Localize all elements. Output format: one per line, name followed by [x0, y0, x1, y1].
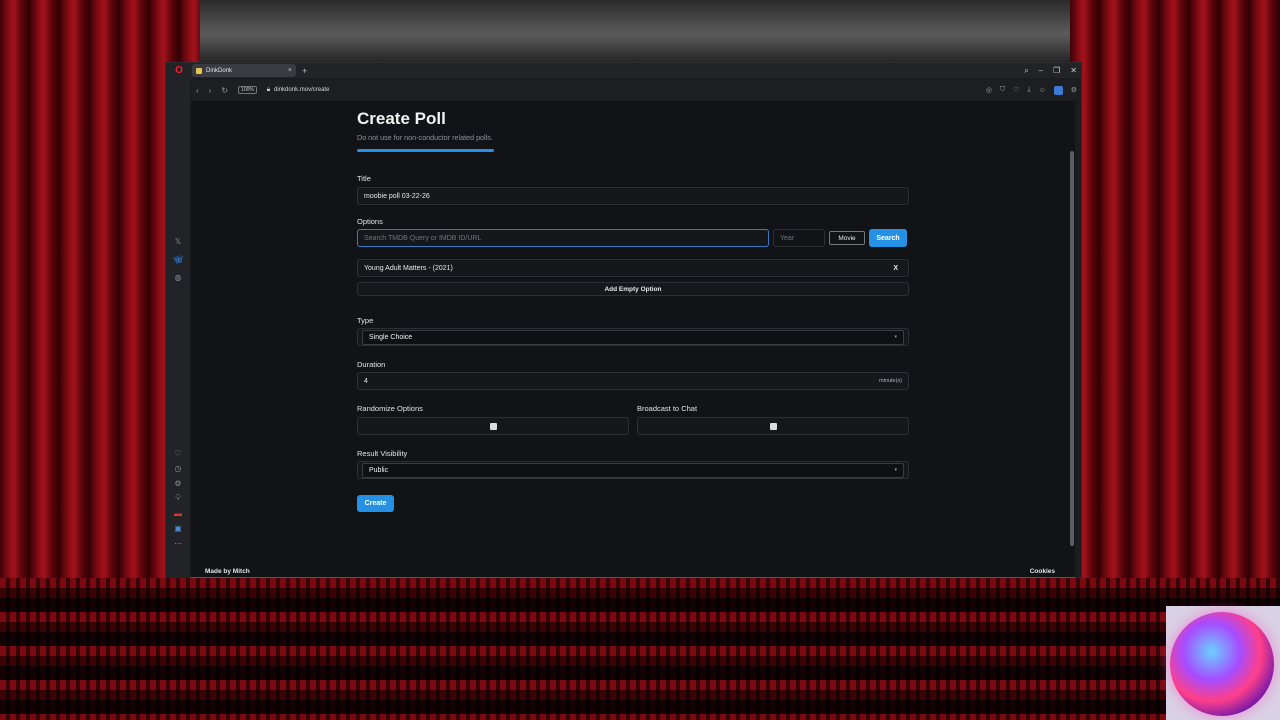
title-label: Title: [357, 174, 371, 183]
url-text: dinkdonk.mov/create: [274, 87, 330, 93]
tmdb-search-input[interactable]: Search TMDB Query or IMDB ID/URL: [357, 229, 769, 247]
red-extension-icon[interactable]: ▬: [173, 508, 183, 518]
broadcast-label: Broadcast to Chat: [637, 404, 698, 413]
tab-search-icon[interactable]: ⌕: [1024, 66, 1028, 76]
broadcast-group: Broadcast to Chat: [637, 404, 909, 435]
history-icon[interactable]: ◷: [173, 463, 183, 473]
randomize-checkbox[interactable]: [489, 422, 497, 430]
discord-icon[interactable]: ◍: [173, 272, 183, 282]
chevron-down-icon: ▾: [894, 467, 897, 473]
remove-option-button[interactable]: X: [893, 265, 898, 272]
reload-icon[interactable]: ↻: [221, 86, 228, 95]
toggles-row: Randomize Options Broadcast to Chat: [357, 404, 909, 435]
toolbar-icons: ◎ ⛉ ♡ ⤓ ☺ ⚙: [986, 85, 1077, 95]
randomize-group: Randomize Options: [357, 404, 629, 435]
browser-sidebar: 𝕏 🦋︎ ◍ ♡ ◷ ⚙ 💡︎ ▬ ▣ ⋯: [166, 78, 190, 578]
blue-extension-icon[interactable]: ▣: [173, 523, 183, 533]
theater-seats: [0, 578, 1280, 720]
page-footer: Made by Mitch Cookies: [191, 564, 1075, 578]
scrollbar-thumb[interactable]: [1070, 151, 1074, 546]
zoom-indicator[interactable]: 100%: [238, 86, 257, 94]
visibility-select[interactable]: Public ▾: [362, 462, 904, 478]
search-button[interactable]: Search: [869, 229, 907, 247]
browser-window: O DinkDonk × + ⌕ – ❐ ✕ ‹ › ↻ 100% 🔒︎ din…: [165, 62, 1082, 578]
randomize-field: [357, 417, 629, 435]
made-by-text: Made by Mitch: [205, 567, 250, 575]
favorites-icon[interactable]: ♡: [173, 448, 183, 458]
duration-input[interactable]: 4 minute(s): [357, 372, 909, 390]
right-curtain: [1070, 0, 1280, 600]
type-select[interactable]: Single Choice ▾: [362, 329, 904, 345]
tab-bar: O DinkDonk × + ⌕ – ❐ ✕: [166, 63, 1081, 78]
options-search-row: Search TMDB Query or IMDB ID/URL Year Mo…: [357, 229, 909, 247]
visibility-label: Result Visibility: [357, 449, 408, 458]
back-icon[interactable]: ‹: [196, 86, 199, 95]
close-window-icon[interactable]: ✕: [1070, 66, 1077, 75]
tab-close-icon[interactable]: ×: [288, 67, 292, 74]
window-controls: ⌕ – ❐ ✕: [1024, 63, 1077, 78]
cookies-link[interactable]: Cookies: [1030, 568, 1055, 575]
url-field[interactable]: 🔒︎ dinkdonk.mov/create: [267, 87, 330, 94]
visibility-select-wrapper: Public ▾: [357, 461, 909, 479]
tips-icon[interactable]: 💡︎: [173, 493, 183, 503]
poll-option-label[interactable]: Young Adult Matters - (2021): [364, 265, 453, 272]
shield-icon[interactable]: ⛉: [1000, 86, 1005, 94]
type-select-wrapper: Single Choice ▾: [357, 328, 909, 346]
extension-icon[interactable]: [1053, 85, 1063, 95]
x-twitter-icon[interactable]: 𝕏: [173, 236, 183, 246]
visibility-select-value: Public: [369, 466, 389, 474]
duration-value: 4: [364, 377, 368, 385]
web-page: Create Poll Do not use for non-conductor…: [191, 101, 1075, 578]
page-subtitle: Do not use for non-conductor related pol…: [357, 133, 493, 142]
page-scrollbar[interactable]: [1069, 101, 1075, 551]
title-input[interactable]: moobie poll 03-22-26: [357, 187, 909, 205]
broadcast-checkbox[interactable]: [769, 422, 777, 430]
camera-icon[interactable]: ◎: [986, 86, 992, 94]
poll-option-row: Young Adult Matters - (2021) X: [357, 259, 909, 277]
tab-title: DinkDonk: [206, 67, 233, 74]
download-icon[interactable]: ⤓: [1027, 86, 1030, 94]
type-label: Type: [357, 316, 374, 325]
streamer-avatar-orb: [1170, 612, 1274, 716]
create-button[interactable]: Create: [357, 495, 394, 512]
forward-icon[interactable]: ›: [209, 86, 212, 95]
add-empty-option-button[interactable]: Add Empty Option: [357, 282, 909, 296]
poll-form: Create Poll Do not use for non-conductor…: [357, 101, 909, 512]
minimize-icon[interactable]: –: [1039, 66, 1043, 75]
maximize-icon[interactable]: ❐: [1053, 66, 1060, 75]
page-title: Create Poll: [357, 109, 446, 128]
cinema-screen-frame: [200, 0, 1070, 62]
lock-icon: 🔒︎: [266, 86, 271, 93]
address-bar: ‹ › ↻ 100% 🔒︎ dinkdonk.mov/create ◎ ⛉ ♡ …: [192, 80, 1081, 100]
profile-icon[interactable]: ☺: [1039, 87, 1046, 94]
randomize-label: Randomize Options: [357, 404, 423, 413]
media-type-select[interactable]: Movie: [829, 231, 865, 245]
menu-icon[interactable]: ⚙: [1071, 86, 1077, 94]
new-tab-icon[interactable]: +: [302, 66, 307, 76]
duration-label: Duration: [357, 360, 386, 369]
broadcast-field: [637, 417, 909, 435]
favicon-icon: [196, 67, 202, 74]
tab-dinkdonk[interactable]: DinkDonk ×: [192, 64, 296, 77]
year-input[interactable]: Year: [773, 229, 825, 247]
bluesky-icon[interactable]: 🦋︎: [173, 254, 183, 264]
type-select-value: Single Choice: [369, 333, 413, 341]
chevron-down-icon: ▾: [894, 334, 897, 340]
heart-icon[interactable]: ♡: [1013, 86, 1019, 94]
settings-icon[interactable]: ⚙: [173, 478, 183, 488]
more-icon[interactable]: ⋯: [173, 538, 183, 548]
duration-unit: minute(s): [879, 378, 902, 384]
opera-logo-icon[interactable]: O: [166, 63, 192, 78]
footer-divider: [191, 577, 1075, 578]
options-label: Options: [357, 217, 383, 226]
